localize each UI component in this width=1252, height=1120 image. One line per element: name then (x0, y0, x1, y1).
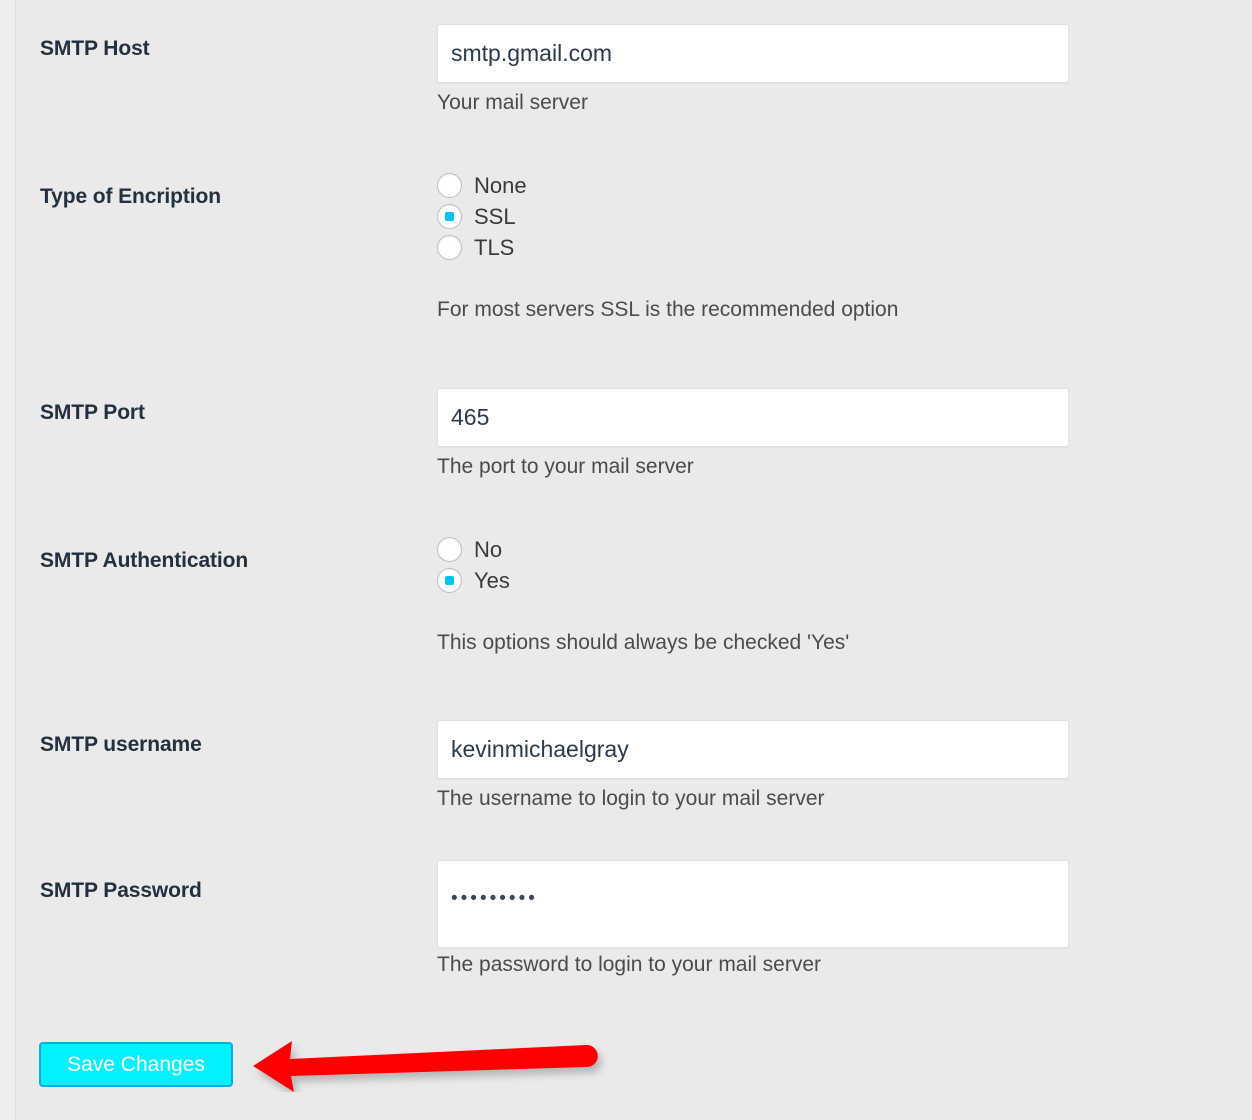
radio-option-tls[interactable]: TLS (437, 232, 1069, 263)
radio-icon-none[interactable] (437, 173, 462, 198)
radio-label-tls: TLS (474, 234, 515, 260)
radio-option-ssl[interactable]: SSL (437, 201, 1069, 232)
radio-option-no[interactable]: No (437, 534, 1069, 565)
control-smtp-authentication: No Yes This options should always be che… (437, 534, 1069, 656)
label-smtp-port: SMTP Port (40, 401, 145, 424)
form-row-smtp-password: SMTP Password ••••••••• The password to … (16, 860, 1252, 990)
control-encryption-type: None SSL TLS For most servers SSL is the… (437, 170, 1069, 323)
page-left-gutter (0, 0, 15, 1120)
control-smtp-password: ••••••••• The password to login to your … (437, 860, 1069, 978)
radio-option-none[interactable]: None (437, 170, 1069, 201)
radio-label-none: None (474, 172, 527, 198)
label-smtp-username: SMTP username (40, 733, 202, 756)
radio-icon-yes-checked[interactable] (437, 568, 462, 593)
form-row-smtp-port: SMTP Port The port to your mail server (16, 388, 1252, 508)
form-row-smtp-username: SMTP username The username to login to y… (16, 720, 1252, 840)
form-row-smtp-authentication: SMTP Authentication No Yes This options … (16, 534, 1252, 669)
form-row-encryption-type: Type of Encription None SSL TLS For most… (16, 170, 1252, 335)
help-smtp-password: The password to login to your mail serve… (437, 953, 821, 976)
help-encryption-type: For most servers SSL is the recommended … (437, 298, 899, 321)
radio-icon-no[interactable] (437, 537, 462, 562)
form-row-smtp-host: SMTP Host Your mail server (16, 24, 1252, 144)
control-smtp-port: The port to your mail server (437, 388, 1069, 480)
radio-label-yes: Yes (474, 567, 510, 593)
help-smtp-host: Your mail server (437, 91, 588, 114)
radio-label-ssl: SSL (474, 203, 516, 229)
help-smtp-username: The username to login to your mail serve… (437, 787, 825, 810)
radio-icon-tls[interactable] (437, 235, 462, 260)
smtp-settings-form: SMTP Host Your mail server Type of Encri… (16, 0, 1252, 1120)
control-smtp-host: Your mail server (437, 24, 1069, 116)
smtp-port-input[interactable] (437, 388, 1069, 447)
smtp-username-input[interactable] (437, 720, 1069, 779)
control-smtp-username: The username to login to your mail serve… (437, 720, 1069, 812)
radio-icon-ssl-checked[interactable] (437, 204, 462, 229)
help-smtp-authentication: This options should always be checked 'Y… (437, 631, 850, 654)
radio-label-no: No (474, 536, 503, 562)
smtp-password-masked-value: ••••••••• (451, 888, 538, 909)
smtp-host-input[interactable] (437, 24, 1069, 83)
label-smtp-password: SMTP Password (40, 879, 202, 902)
radio-group-encryption-type: None SSL TLS (437, 170, 1069, 263)
label-smtp-host: SMTP Host (40, 37, 150, 60)
radio-option-yes[interactable]: Yes (437, 565, 1069, 596)
radio-group-smtp-authentication: No Yes (437, 534, 1069, 596)
label-encryption-type: Type of Encription (40, 185, 221, 208)
save-changes-button[interactable]: Save Changes (39, 1042, 233, 1087)
smtp-password-input[interactable]: ••••••••• (437, 860, 1069, 948)
label-smtp-authentication: SMTP Authentication (40, 549, 249, 572)
help-smtp-port: The port to your mail server (437, 455, 694, 478)
